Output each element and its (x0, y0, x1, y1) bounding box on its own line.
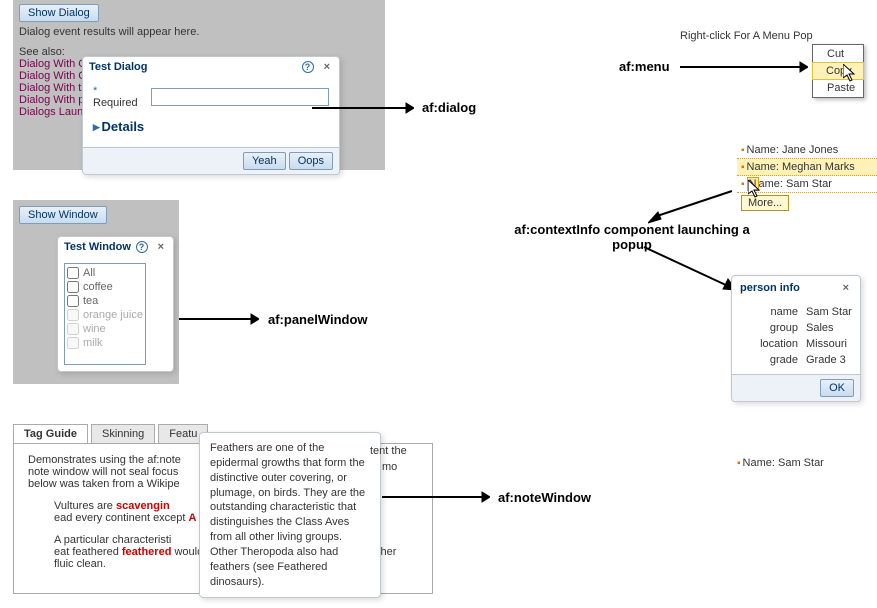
chk-wine-label: wine (83, 323, 106, 335)
ok-button[interactable]: OK (820, 379, 854, 397)
see-also-link-2[interactable]: Dialog With ta (19, 82, 87, 94)
name-below: ▪Name: Sam Star (737, 457, 824, 469)
dialog-title: Test Dialog (89, 61, 147, 73)
pi-group-val: Sales (806, 322, 834, 334)
chk-milk[interactable] (67, 337, 79, 349)
pi-grade-lbl: grade (740, 354, 798, 366)
required-label: * Required (93, 85, 145, 109)
chk-all[interactable] (67, 267, 79, 279)
af-notewindow-label: af:noteWindow (498, 490, 591, 505)
required-input[interactable] (151, 88, 329, 106)
name-row-3[interactable]: ▪Name: Sam Star (737, 176, 877, 193)
chk-wine[interactable] (67, 323, 79, 335)
chk-tea-label: tea (83, 295, 98, 307)
close-icon[interactable]: × (155, 241, 167, 253)
af-panelwindow-label: af:panelWindow (268, 312, 368, 327)
pi-grade-val: Grade 3 (806, 354, 846, 366)
help-icon[interactable]: ? (136, 241, 148, 253)
pi-name-lbl: name (740, 306, 798, 318)
oops-button[interactable]: Oops (289, 152, 333, 170)
name-row-1: ▪Name: Jane Jones (737, 142, 877, 159)
help-icon[interactable]: ? (302, 61, 314, 73)
menu-cut[interactable]: Cut (813, 45, 863, 63)
chk-tea[interactable] (67, 295, 79, 307)
frag-mo: mo (382, 461, 397, 473)
af-dialog-label: af:dialog (422, 100, 476, 115)
more-button[interactable]: More... (741, 195, 789, 211)
frag-tent: tent the (370, 445, 407, 457)
person-info-title: person info (740, 282, 800, 294)
note-window: Feathers are one of the epidermal growth… (199, 432, 381, 598)
chk-orange-label: orange juice (83, 309, 143, 321)
name-row-2[interactable]: ▪Name: Meghan Marks (737, 159, 877, 176)
pi-location-lbl: location (740, 338, 798, 350)
disclose-icon: ▸ (93, 119, 100, 134)
chk-coffee[interactable] (67, 281, 79, 293)
pi-location-val: Missouri (806, 338, 847, 350)
close-icon[interactable]: × (840, 282, 852, 294)
pi-group-lbl: group (740, 322, 798, 334)
menu-paste[interactable]: Paste (813, 79, 863, 97)
yeah-button[interactable]: Yeah (243, 152, 286, 170)
panel-window-title: Test Window (64, 241, 131, 253)
pi-name-val: Sam Star (806, 306, 852, 318)
chk-all-label: All (83, 267, 95, 279)
chk-coffee-label: coffee (83, 281, 113, 293)
tab-tag-guide[interactable]: Tag Guide (13, 424, 88, 443)
options-list[interactable]: All coffee tea orange juice wine milk (64, 263, 146, 365)
dialog-results-text: Dialog event results will appear here. (19, 26, 379, 38)
close-icon[interactable]: × (321, 61, 333, 73)
tab-skinning[interactable]: Skinning (91, 424, 155, 443)
chk-milk-label: milk (83, 337, 103, 349)
see-also-link-3[interactable]: Dialog With pa (19, 94, 91, 106)
menu-copy[interactable]: Copy (812, 62, 864, 80)
menu-caption: Right-click For A Menu Pop (680, 30, 813, 42)
af-menu-label: af:menu (619, 59, 670, 74)
show-dialog-button[interactable]: Show Dialog (19, 4, 99, 22)
details-toggle[interactable]: ▸Details (93, 119, 329, 135)
chk-orange[interactable] (67, 309, 79, 321)
show-window-button[interactable]: Show Window (19, 206, 107, 224)
